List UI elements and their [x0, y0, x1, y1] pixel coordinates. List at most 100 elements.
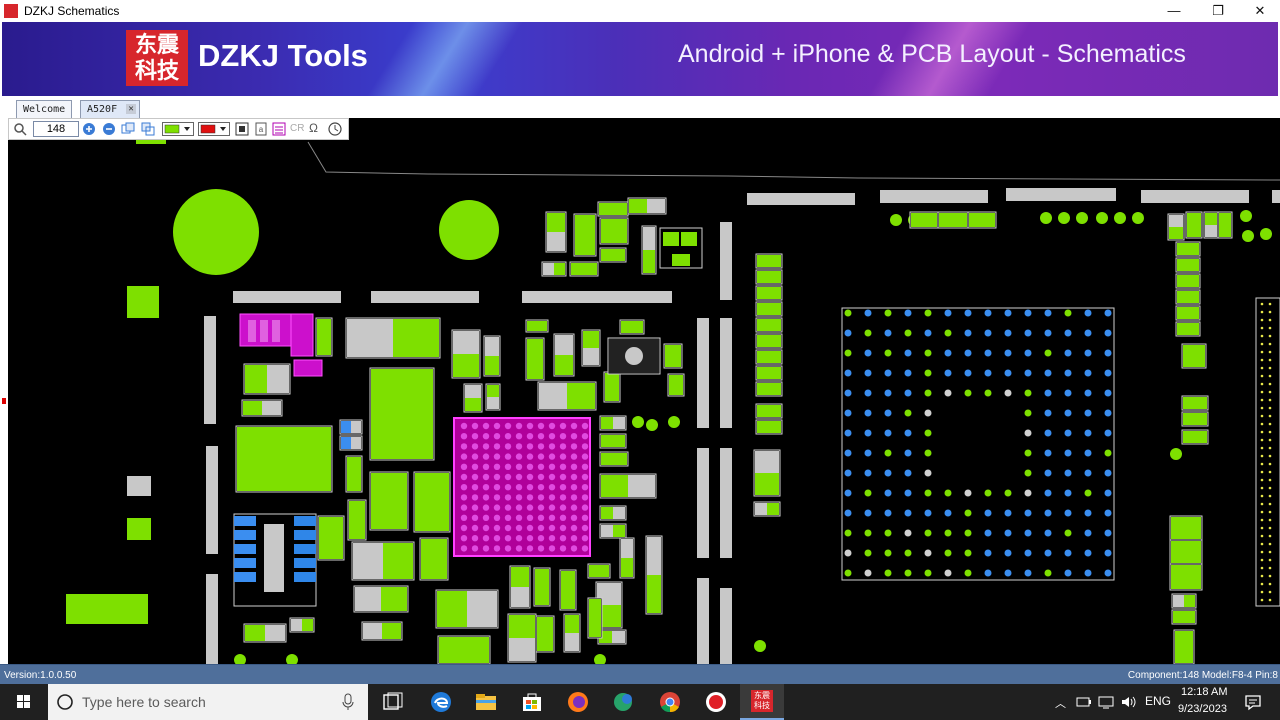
bga-ball[interactable] [844, 449, 852, 457]
file-explorer-icon[interactable] [474, 690, 498, 714]
test-pad[interactable] [127, 286, 159, 318]
bga-ball[interactable] [460, 524, 468, 532]
component-pad[interactable] [1177, 323, 1188, 335]
component-pad[interactable] [294, 530, 316, 540]
bga-ball[interactable] [559, 453, 567, 460]
network-globe-icon[interactable] [612, 690, 636, 714]
bga-ball[interactable] [570, 433, 578, 440]
taskbar-search-box[interactable]: Type here to search [48, 684, 368, 720]
bga-ball[interactable] [581, 524, 589, 532]
component-pad[interactable] [769, 271, 781, 283]
component-pad[interactable] [539, 383, 567, 409]
bga-ball[interactable] [515, 524, 523, 532]
bga-ball[interactable] [1064, 409, 1072, 417]
bga-ball[interactable] [526, 453, 534, 460]
bga-ball[interactable] [1064, 329, 1072, 337]
maximize-button[interactable]: ❐ [1196, 0, 1240, 22]
bga-ball[interactable] [482, 494, 490, 501]
bga-ball[interactable] [904, 469, 912, 477]
component-pad[interactable] [613, 507, 625, 519]
bga-ball[interactable] [482, 504, 490, 511]
bga-ball[interactable] [984, 369, 992, 377]
component-pad[interactable] [487, 385, 499, 397]
bga-ball[interactable] [559, 433, 567, 440]
connector-pin[interactable] [1268, 582, 1272, 586]
shield-bar[interactable] [720, 588, 732, 664]
bga-ball[interactable] [504, 484, 512, 491]
bga-ball[interactable] [924, 349, 932, 357]
component-pad[interactable] [1169, 227, 1183, 239]
bga-ball[interactable] [526, 494, 534, 501]
bga-ball[interactable] [944, 349, 952, 357]
shield-bar[interactable] [747, 193, 855, 205]
bga-ball[interactable] [1104, 369, 1112, 377]
bga-ball[interactable] [504, 433, 512, 440]
component-pad[interactable] [769, 287, 781, 299]
test-point[interactable] [632, 416, 644, 428]
component-pad[interactable] [601, 249, 613, 261]
shield-bar[interactable] [206, 574, 218, 664]
bga-ball[interactable] [1004, 489, 1012, 497]
connector-pin[interactable] [1268, 446, 1272, 450]
bga-ball[interactable] [1064, 569, 1072, 577]
component-pad[interactable] [234, 530, 256, 540]
component-pad[interactable] [537, 321, 547, 331]
bga-ball[interactable] [1084, 369, 1092, 377]
component-pad[interactable] [1177, 307, 1188, 319]
bga-ball[interactable] [548, 494, 556, 501]
connector-pin[interactable] [1260, 342, 1264, 346]
bga-ball[interactable] [1024, 569, 1032, 577]
component-pad[interactable] [672, 254, 690, 266]
component-pad[interactable] [1177, 291, 1188, 303]
tab-a520f[interactable]: A520F ✕ [80, 100, 141, 118]
bga-ball[interactable] [844, 509, 852, 517]
bga-ball[interactable] [493, 504, 501, 511]
bga-ball[interactable] [1004, 569, 1012, 577]
bga-ball[interactable] [460, 473, 468, 481]
test-point[interactable] [234, 654, 246, 664]
bga-ball[interactable] [984, 489, 992, 497]
component-pad[interactable] [382, 623, 401, 639]
bga-ball[interactable] [515, 473, 523, 481]
component-pad[interactable] [555, 355, 573, 375]
bga-ball[interactable] [964, 369, 972, 377]
component-pad[interactable] [757, 367, 769, 379]
firefox-icon[interactable] [566, 690, 590, 714]
bga-ball[interactable] [559, 524, 567, 532]
component-pad[interactable] [613, 435, 625, 447]
bga-ball[interactable] [964, 389, 972, 397]
bga-ball[interactable] [482, 463, 490, 470]
zoom-in-icon[interactable] [82, 122, 96, 136]
bga-ball[interactable] [884, 429, 892, 437]
component-pad[interactable] [757, 351, 769, 363]
connector-pin[interactable] [1260, 382, 1264, 386]
bga-ball[interactable] [864, 569, 872, 577]
component-pad[interactable] [535, 587, 549, 605]
bga-ball[interactable] [964, 309, 972, 317]
component-pad[interactable] [347, 319, 393, 357]
component-pad[interactable] [601, 453, 614, 465]
component-pad[interactable] [341, 437, 351, 449]
bga-ball[interactable] [537, 484, 545, 491]
component-pad[interactable] [643, 227, 655, 250]
component-pad[interactable] [601, 417, 613, 429]
bga-ball[interactable] [504, 422, 512, 430]
bga-ball[interactable] [493, 514, 501, 521]
component-pad[interactable] [351, 437, 361, 449]
bga-ball[interactable] [570, 422, 578, 430]
component-pad[interactable] [341, 421, 351, 433]
test-point[interactable] [1058, 212, 1070, 224]
component-pad[interactable] [294, 558, 316, 568]
bga-ball[interactable] [864, 529, 872, 537]
connector-pin[interactable] [1268, 574, 1272, 578]
ohm-icon[interactable]: Ω [309, 121, 318, 135]
mounting-hole-pad[interactable] [173, 189, 259, 275]
component-pad[interactable] [583, 348, 599, 365]
shield-bar[interactable] [720, 222, 732, 300]
bga-ball[interactable] [904, 409, 912, 417]
bga-ball[interactable] [1004, 349, 1012, 357]
bga-ball[interactable] [864, 489, 872, 497]
highlighted-pad[interactable] [293, 359, 323, 377]
bga-ball[interactable] [924, 509, 932, 517]
bga-ball[interactable] [581, 494, 589, 501]
